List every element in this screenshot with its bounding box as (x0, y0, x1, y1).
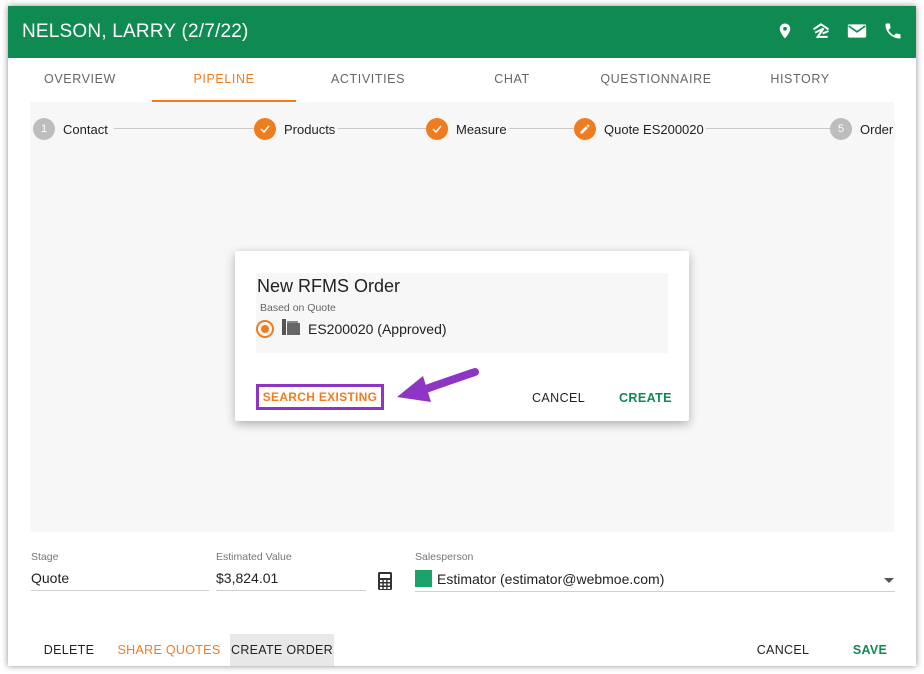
step-order[interactable]: 5 Order (830, 118, 896, 140)
step-quote[interactable]: Quote ES200020 (574, 118, 706, 140)
step-label: Contact (63, 121, 108, 137)
tab-history[interactable]: HISTORY (728, 58, 872, 102)
tab-questionnaire[interactable]: QUESTIONNAIRE (584, 58, 728, 102)
quotes-stack-icon (281, 318, 301, 339)
page-title: NELSON, LARRY (2/7/22) (22, 21, 249, 42)
calculator-icon[interactable] (377, 571, 393, 596)
zillow-icon[interactable] (810, 20, 832, 42)
salesperson-label: Salesperson (415, 551, 474, 563)
step-label: Measure (456, 121, 507, 137)
pipeline-stepper: 1 Contact Products Measure Quote ES20002… (30, 118, 896, 140)
step-products[interactable]: Products (254, 118, 338, 140)
phone-icon[interactable] (882, 20, 904, 42)
salesperson-color-swatch (415, 570, 432, 587)
pencil-icon (574, 118, 596, 140)
check-icon (254, 118, 276, 140)
callout-arrow-icon (397, 368, 479, 402)
tab-pipeline[interactable]: PIPELINE (152, 58, 296, 102)
stage-field[interactable]: Quote (31, 570, 209, 591)
chevron-down-icon[interactable] (884, 578, 894, 583)
dialog-title: New RFMS Order (257, 276, 401, 296)
dialog-subtitle: Based on Quote (260, 302, 336, 314)
share-quotes-button[interactable]: SHARE QUOTES (116, 634, 222, 666)
step-label: Quote ES200020 (604, 121, 704, 137)
tab-bar: OVERVIEW PIPELINE ACTIVITIES CHAT QUESTI… (8, 58, 916, 102)
step-contact[interactable]: 1 Contact (33, 118, 110, 140)
salesperson-select[interactable]: Estimator (estimator@webmoe.com) (415, 570, 895, 592)
check-icon (426, 118, 448, 140)
tab-overview[interactable]: OVERVIEW (8, 58, 152, 102)
step-label: Products (284, 121, 336, 137)
quote-option-label: ES200020 (Approved) (308, 320, 447, 337)
step-measure[interactable]: Measure (426, 118, 509, 140)
tab-chat[interactable]: CHAT (440, 58, 584, 102)
dialog-body: New RFMS Order Based on Quote ES200020 (… (256, 273, 668, 353)
step-label: Order (860, 121, 894, 137)
step-number-1: 1 (33, 118, 55, 140)
dialog-create-button[interactable]: CREATE (619, 391, 672, 405)
dialog-cancel-button[interactable]: CANCEL (532, 391, 585, 405)
quote-option[interactable]: ES200020 (Approved) (256, 318, 447, 339)
estimated-value-field[interactable]: $3,824.01 (216, 570, 366, 591)
estimated-value-label: Estimated Value (216, 551, 292, 563)
mail-icon[interactable] (846, 20, 868, 42)
map-pin-icon[interactable] (774, 20, 796, 42)
step-number-5: 5 (830, 118, 852, 140)
cancel-button[interactable]: CANCEL (746, 634, 820, 666)
save-button[interactable]: SAVE (838, 634, 902, 666)
delete-button[interactable]: DELETE (28, 634, 110, 666)
lead-window: NELSON, LARRY (2/7/22) OVERVIEW PIPELINE… (8, 6, 916, 666)
stage-label: Stage (31, 551, 59, 563)
app-header: NELSON, LARRY (2/7/22) (8, 6, 916, 58)
tab-activities[interactable]: ACTIVITIES (296, 58, 440, 102)
header-actions (774, 20, 904, 42)
create-order-button[interactable]: CREATE ORDER (230, 634, 334, 666)
radio-selected[interactable] (256, 319, 274, 338)
search-existing-button[interactable]: SEARCH EXISTING (256, 384, 384, 410)
salesperson-value: Estimator (estimator@webmoe.com) (437, 571, 665, 587)
